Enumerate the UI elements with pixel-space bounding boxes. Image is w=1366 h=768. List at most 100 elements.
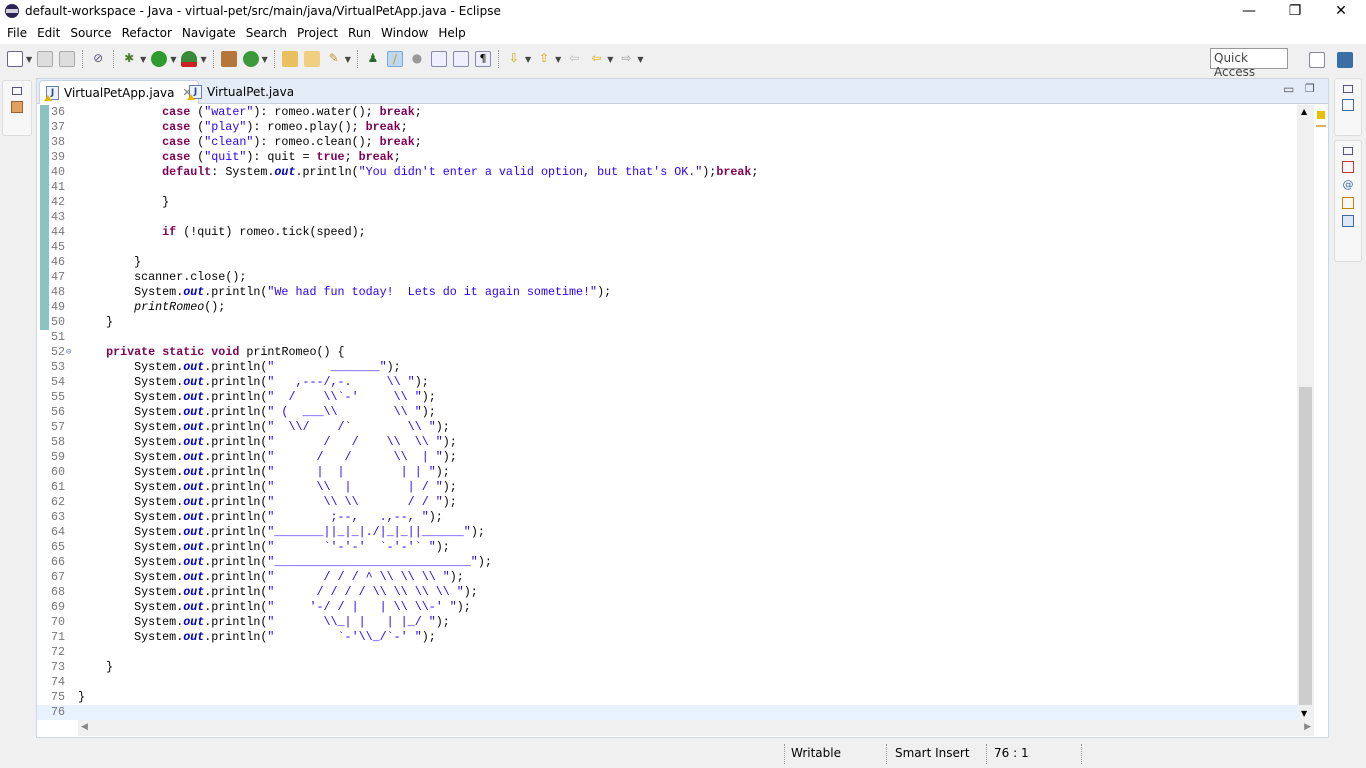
back-icon[interactable]: ⇦	[588, 51, 604, 67]
code-line[interactable]: 49 printRomeo();	[37, 300, 1297, 315]
console-icon[interactable]	[1342, 215, 1354, 227]
menu-run[interactable]: Run	[343, 26, 376, 40]
next-annotation-icon[interactable]: ⇩	[506, 51, 522, 67]
code-line[interactable]: 67 System.out.println(" / / / ^ \\ \\ \\…	[37, 570, 1297, 585]
code-line[interactable]: 54 System.out.println(" ,---/,-. \\ ");	[37, 375, 1297, 390]
code-line[interactable]: 39 case ("quit"): quit = true; break;	[37, 150, 1297, 165]
package-explorer-icon[interactable]	[11, 101, 23, 113]
debug-icon[interactable]: ✱	[121, 51, 137, 67]
menu-edit[interactable]: Edit	[32, 26, 65, 40]
menu-source[interactable]: Source	[65, 26, 116, 40]
scroll-left-icon[interactable]: ◀	[81, 722, 88, 732]
code-line[interactable]: 58 System.out.println(" / / \\ \\ ");	[37, 435, 1297, 450]
horizontal-scrollbar[interactable]: ◀ ▶	[78, 720, 1314, 736]
code-line[interactable]: 73 }	[37, 660, 1297, 675]
menu-file[interactable]: File	[2, 26, 32, 40]
scroll-down-icon[interactable]: ▼	[1301, 709, 1307, 718]
code-line[interactable]: 65 System.out.println(" `'-'-' `-'-'` ")…	[37, 540, 1297, 555]
close-button[interactable]: ✕	[1318, 0, 1364, 22]
chevron-down-icon[interactable]: ▼	[200, 55, 206, 64]
code-line[interactable]: 62 System.out.println(" \\ \\ / / ");	[37, 495, 1297, 510]
code-line[interactable]: 61 System.out.println(" \\ | | / ");	[37, 480, 1297, 495]
code-line[interactable]: 36 case ("water"): romeo.water(); break;	[37, 105, 1297, 120]
code-line[interactable]: 48 System.out.println("We had fun today!…	[37, 285, 1297, 300]
code-line[interactable]: 50 }	[37, 315, 1297, 330]
code-line[interactable]: 52 ⊖ private static void printRomeo() {	[37, 345, 1297, 360]
code-line[interactable]: 46 }	[37, 255, 1297, 270]
code-line[interactable]: 76	[37, 705, 1297, 720]
chevron-down-icon[interactable]: ▼	[637, 55, 643, 64]
overview-marker[interactable]	[1316, 125, 1326, 127]
code-line[interactable]: 66 System.out.println("_________________…	[37, 555, 1297, 570]
menu-help[interactable]: Help	[433, 26, 470, 40]
code-line[interactable]: 44 if (!quit) romeo.tick(speed);	[37, 225, 1297, 240]
menu-refactor[interactable]: Refactor	[117, 26, 177, 40]
warning-marker-icon[interactable]	[1317, 111, 1325, 119]
chevron-down-icon[interactable]: ▼	[345, 55, 351, 64]
restore-icon[interactable]	[1343, 147, 1353, 155]
code-line[interactable]: 40 default: System.out.println("You didn…	[37, 165, 1297, 180]
forward-icon[interactable]: ⇨	[618, 51, 634, 67]
pilcrow-icon[interactable]: ¶	[474, 51, 491, 67]
open-type-icon[interactable]	[281, 51, 298, 67]
code-line[interactable]: 72	[37, 645, 1297, 660]
code-line[interactable]: 51	[37, 330, 1297, 345]
vertical-scrollbar[interactable]: ▲ ▼	[1297, 105, 1314, 720]
tab-virtualpetapp-java[interactable]: J VirtualPetApp.java ✕	[39, 80, 199, 104]
scrollbar-thumb[interactable]	[1299, 387, 1312, 705]
javadoc-icon[interactable]: @	[1342, 179, 1354, 191]
minimize-editor-icon[interactable]: ▭	[1283, 82, 1294, 96]
code-line[interactable]: 71 System.out.println(" `-'\\_/`-' ");	[37, 630, 1297, 645]
quick-access-input[interactable]: Quick Access	[1210, 48, 1288, 79]
problems-icon[interactable]	[1342, 161, 1354, 173]
restore-icon[interactable]	[1343, 85, 1353, 93]
open-perspective-icon[interactable]	[1309, 52, 1325, 68]
code-line[interactable]: 41	[37, 180, 1297, 195]
last-edit-location-icon[interactable]: ⇦	[566, 51, 582, 67]
maximize-editor-icon[interactable]: ❐	[1305, 82, 1315, 95]
menu-project[interactable]: Project	[292, 26, 343, 40]
chevron-down-icon[interactable]: ▼	[170, 55, 176, 64]
open-task-icon[interactable]	[303, 51, 320, 67]
chevron-down-icon[interactable]: ▼	[555, 55, 561, 64]
chevron-down-icon[interactable]: ▼	[140, 55, 146, 64]
code-line[interactable]: 55 System.out.println(" / \\`-' \\ ");	[37, 390, 1297, 405]
restore-button[interactable]: ❐	[1272, 0, 1318, 22]
menu-search[interactable]: Search	[241, 26, 292, 40]
toggle-mark-occurrences-icon[interactable]: /	[386, 51, 403, 67]
code-line[interactable]: 53 System.out.println(" _______");	[37, 360, 1297, 375]
code-line[interactable]: 38 case ("clean"): romeo.clean(); break;	[37, 135, 1297, 150]
code-line[interactable]: 63 System.out.println(" ;--, .,--, ");	[37, 510, 1297, 525]
code-line[interactable]: 70 System.out.println(" \\_| | | |_/ ");	[37, 615, 1297, 630]
code-line[interactable]: 69 System.out.println(" '-/ / | | \\ \\-…	[37, 600, 1297, 615]
code-editor[interactable]: 36 case ("water"): romeo.water(); break;…	[37, 105, 1297, 720]
run-icon[interactable]	[151, 51, 168, 67]
chevron-down-icon[interactable]: ▼	[525, 55, 531, 64]
new-class-icon[interactable]	[242, 51, 259, 67]
minimize-button[interactable]: —	[1226, 0, 1272, 22]
java-perspective-icon[interactable]	[1337, 52, 1353, 68]
toggle-block-selection-icon[interactable]	[430, 51, 447, 67]
code-line[interactable]: 57 System.out.println(" \\/ /` \\ ");	[37, 420, 1297, 435]
restore-icon[interactable]	[12, 87, 22, 95]
outline-icon[interactable]	[1342, 99, 1354, 111]
code-line[interactable]: 68 System.out.println(" / / / / \\ \\ \\…	[37, 585, 1297, 600]
tab-virtualpet-java[interactable]: J VirtualPet.java	[183, 80, 300, 104]
save-icon[interactable]	[37, 51, 54, 67]
open-perspective-icon[interactable]: ♟	[365, 51, 381, 67]
previous-annotation-icon[interactable]: ⇧	[536, 51, 552, 67]
save-all-icon[interactable]	[59, 51, 76, 67]
code-line[interactable]: 45	[37, 240, 1297, 255]
chevron-down-icon[interactable]: ▼	[26, 55, 32, 64]
search-icon[interactable]: ✎	[326, 51, 342, 67]
show-whitespace-icon[interactable]	[452, 51, 469, 67]
chevron-down-icon[interactable]: ▼	[607, 55, 613, 64]
scroll-up-icon[interactable]: ▲	[1301, 107, 1307, 116]
toggle-breadcrumb-icon[interactable]: ●	[409, 51, 425, 67]
new-icon[interactable]	[7, 51, 23, 67]
menu-window[interactable]: Window	[376, 26, 433, 40]
code-line[interactable]: 59 System.out.println(" / / \\ | ");	[37, 450, 1297, 465]
declaration-icon[interactable]	[1342, 197, 1354, 209]
code-line[interactable]: 60 System.out.println(" | | | | ");	[37, 465, 1297, 480]
code-line[interactable]: 64 System.out.println("_______||_|_|./|_…	[37, 525, 1297, 540]
